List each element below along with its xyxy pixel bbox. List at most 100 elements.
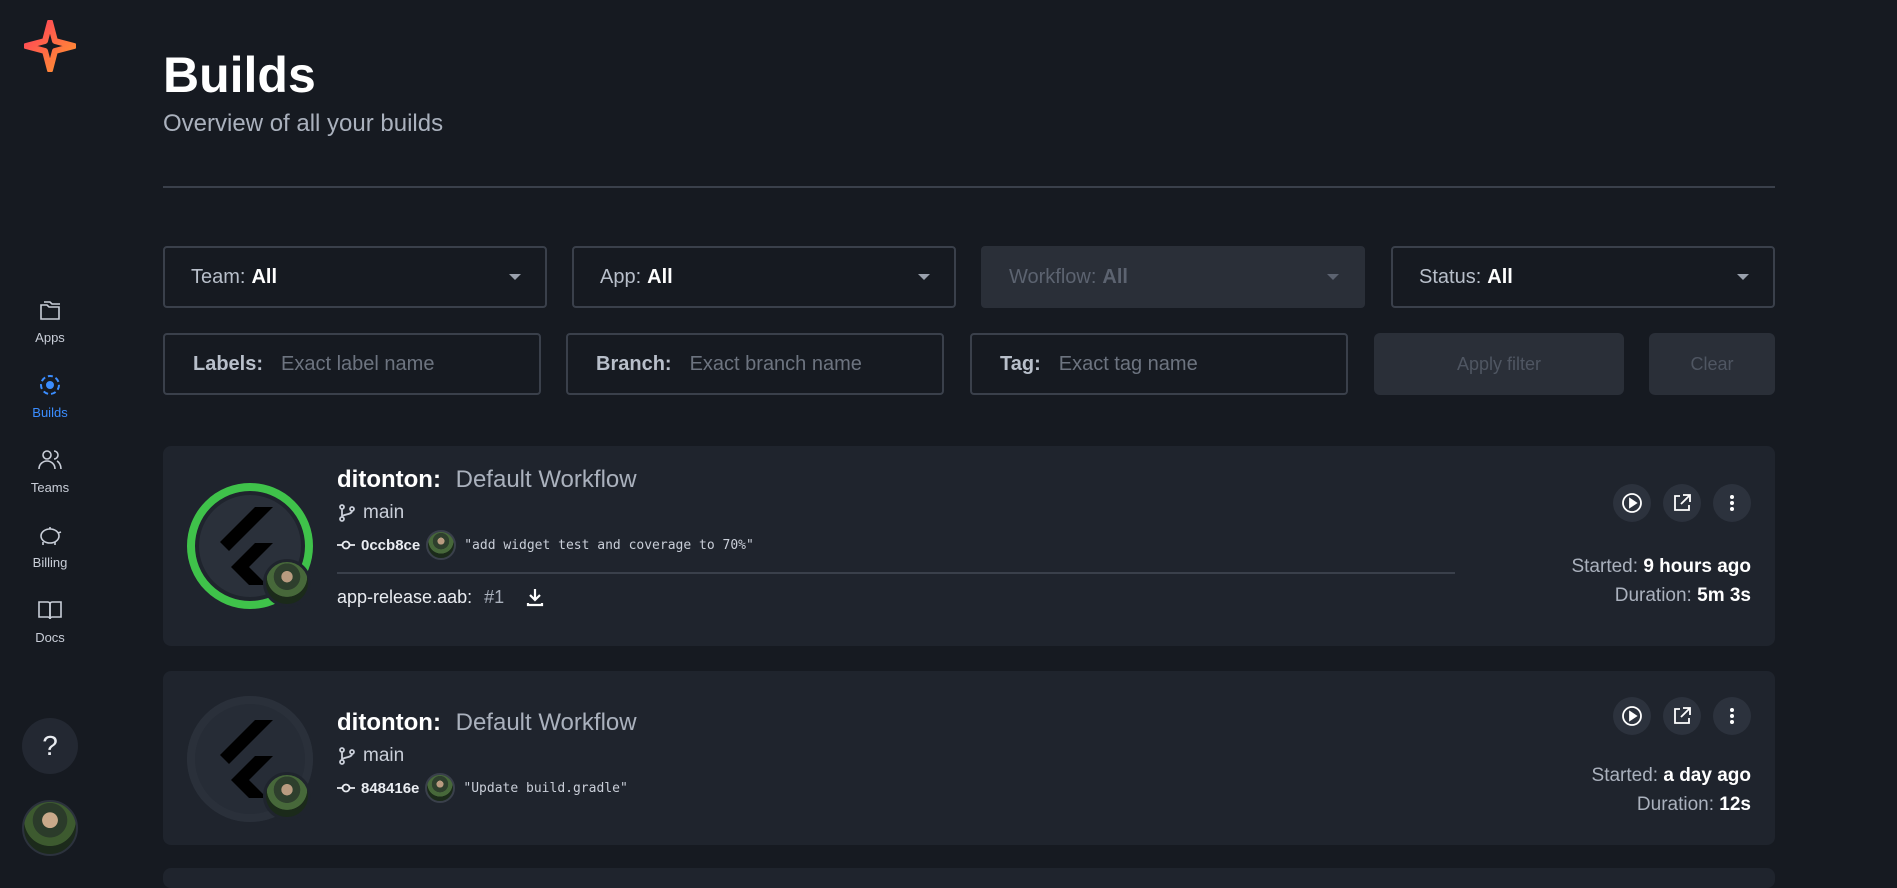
commit-hash[interactable]: 848416e bbox=[361, 780, 419, 797]
question-mark-icon: ? bbox=[42, 730, 58, 761]
tag-field[interactable]: Tag: bbox=[970, 333, 1348, 395]
build-title: ditonton: Default Workflow bbox=[337, 709, 637, 737]
labels-field[interactable]: Labels: bbox=[163, 333, 541, 395]
git-branch-icon bbox=[339, 747, 355, 765]
branch-name: main bbox=[363, 502, 405, 523]
duration-value: 5m 3s bbox=[1697, 585, 1751, 606]
download-icon[interactable] bbox=[524, 586, 546, 608]
build-commit: 0ccb8ce "add widget test and coverage to… bbox=[337, 530, 754, 560]
tag-field-label: Tag: bbox=[1000, 352, 1041, 375]
app-select-label: App: bbox=[600, 265, 642, 288]
build-status-avatar bbox=[187, 696, 313, 822]
branch-input[interactable] bbox=[689, 352, 920, 376]
book-icon bbox=[38, 601, 62, 620]
build-branch: main bbox=[337, 502, 404, 524]
status-select[interactable]: Status: All bbox=[1391, 246, 1775, 308]
caret-down-icon bbox=[509, 274, 521, 280]
card-divider bbox=[337, 572, 1455, 574]
more-vertical-icon bbox=[1730, 708, 1734, 724]
piggy-bank-icon bbox=[40, 527, 62, 545]
workflow-select-label: Workflow: bbox=[1009, 265, 1097, 288]
duration-label: Duration: bbox=[1614, 585, 1692, 606]
rerun-button[interactable] bbox=[1613, 697, 1651, 735]
play-circle-icon bbox=[1622, 706, 1642, 726]
build-title: ditonton: Default Workflow bbox=[337, 466, 637, 494]
branch-field-label: Branch: bbox=[596, 352, 672, 375]
commit-message: "add widget test and coverage to 70%" bbox=[464, 537, 754, 553]
caret-down-icon bbox=[918, 274, 930, 280]
build-started: Started: a day ago bbox=[1592, 761, 1751, 790]
commit-hash[interactable]: 0ccb8ce bbox=[361, 537, 420, 554]
open-build-button[interactable] bbox=[1663, 484, 1701, 522]
build-status-avatar bbox=[187, 483, 313, 609]
branch-field[interactable]: Branch: bbox=[566, 333, 944, 395]
build-duration: Duration: 5m 3s bbox=[1571, 581, 1751, 610]
labels-field-label: Labels: bbox=[193, 352, 264, 375]
commit-author-avatar bbox=[425, 773, 456, 803]
sidebar-item-apps[interactable]: Apps bbox=[0, 296, 100, 358]
team-icon bbox=[38, 450, 62, 470]
build-card[interactable]: ditonton: Default Workflow main 0ccb8ce … bbox=[163, 446, 1775, 646]
page-subtitle: Overview of all your builds bbox=[163, 110, 444, 137]
play-circle-icon bbox=[1622, 493, 1642, 513]
user-avatar[interactable] bbox=[22, 800, 78, 856]
sidebar-item-label: Docs bbox=[35, 630, 65, 645]
git-commit-icon bbox=[337, 540, 355, 550]
build-card[interactable] bbox=[163, 868, 1775, 888]
build-actions bbox=[1613, 484, 1751, 522]
build-card[interactable]: ditonton: Default Workflow main 848416e … bbox=[163, 671, 1775, 845]
more-options-button[interactable] bbox=[1713, 697, 1751, 735]
workflow-select[interactable]: Workflow: All bbox=[981, 246, 1365, 308]
commit-message: "Update build.gradle" bbox=[463, 780, 628, 796]
clear-button[interactable]: Clear bbox=[1649, 333, 1775, 395]
build-started: Started: 9 hours ago bbox=[1571, 552, 1751, 581]
sidebar: Apps Builds Teams Billing Docs ? bbox=[0, 0, 100, 876]
team-select-value: All bbox=[251, 265, 278, 288]
started-label: Started: bbox=[1571, 556, 1639, 577]
build-meta: Started: 9 hours ago Duration: 5m 3s bbox=[1571, 552, 1751, 610]
caret-down-icon bbox=[1737, 274, 1749, 280]
build-duration: Duration: 12s bbox=[1592, 790, 1751, 819]
started-label: Started: bbox=[1591, 765, 1659, 786]
builds-icon bbox=[40, 375, 60, 395]
labels-input[interactable] bbox=[281, 352, 512, 376]
author-avatar bbox=[263, 772, 311, 820]
page-title: Builds bbox=[163, 47, 316, 103]
status-select-value: All bbox=[1487, 265, 1513, 288]
build-meta: Started: a day ago Duration: 12s bbox=[1592, 761, 1751, 819]
commit-author-avatar bbox=[426, 530, 457, 560]
more-options-button[interactable] bbox=[1713, 484, 1751, 522]
build-commit: 848416e "Update build.gradle" bbox=[337, 773, 628, 803]
build-app-name: ditonton: bbox=[337, 466, 441, 493]
team-select[interactable]: Team: All bbox=[163, 246, 547, 308]
rerun-button[interactable] bbox=[1613, 484, 1651, 522]
open-build-button[interactable] bbox=[1663, 697, 1701, 735]
build-workflow-name: Default Workflow bbox=[455, 466, 637, 493]
external-link-icon bbox=[1674, 707, 1691, 724]
caret-down-icon bbox=[1327, 274, 1339, 280]
app-select[interactable]: App: All bbox=[572, 246, 956, 308]
codemagic-logo[interactable] bbox=[24, 20, 76, 72]
started-value: a day ago bbox=[1663, 765, 1751, 786]
folders-icon bbox=[40, 301, 60, 320]
branch-name: main bbox=[363, 745, 405, 766]
divider bbox=[163, 186, 1775, 188]
help-button[interactable]: ? bbox=[22, 718, 78, 774]
artifact-name: app-release.aab: bbox=[337, 586, 473, 607]
apply-filter-button[interactable]: Apply filter bbox=[1374, 333, 1624, 395]
artifact-number: #1 bbox=[484, 586, 505, 607]
sidebar-item-label: Billing bbox=[32, 555, 68, 570]
git-commit-icon bbox=[337, 783, 355, 793]
sidebar-item-teams[interactable]: Teams bbox=[0, 446, 100, 508]
tag-input[interactable] bbox=[1058, 352, 1289, 376]
build-artifact: app-release.aab: #1 bbox=[337, 586, 546, 608]
duration-value: 12s bbox=[1719, 794, 1751, 815]
author-avatar bbox=[263, 559, 311, 607]
sidebar-item-label: Apps bbox=[35, 330, 65, 345]
sidebar-item-builds[interactable]: Builds bbox=[0, 371, 100, 433]
workflow-select-value: All bbox=[1102, 265, 1128, 288]
team-select-label: Team: bbox=[191, 265, 246, 288]
more-vertical-icon bbox=[1730, 495, 1734, 511]
sidebar-item-billing[interactable]: Billing bbox=[0, 521, 100, 583]
sidebar-item-docs[interactable]: Docs bbox=[0, 596, 100, 658]
